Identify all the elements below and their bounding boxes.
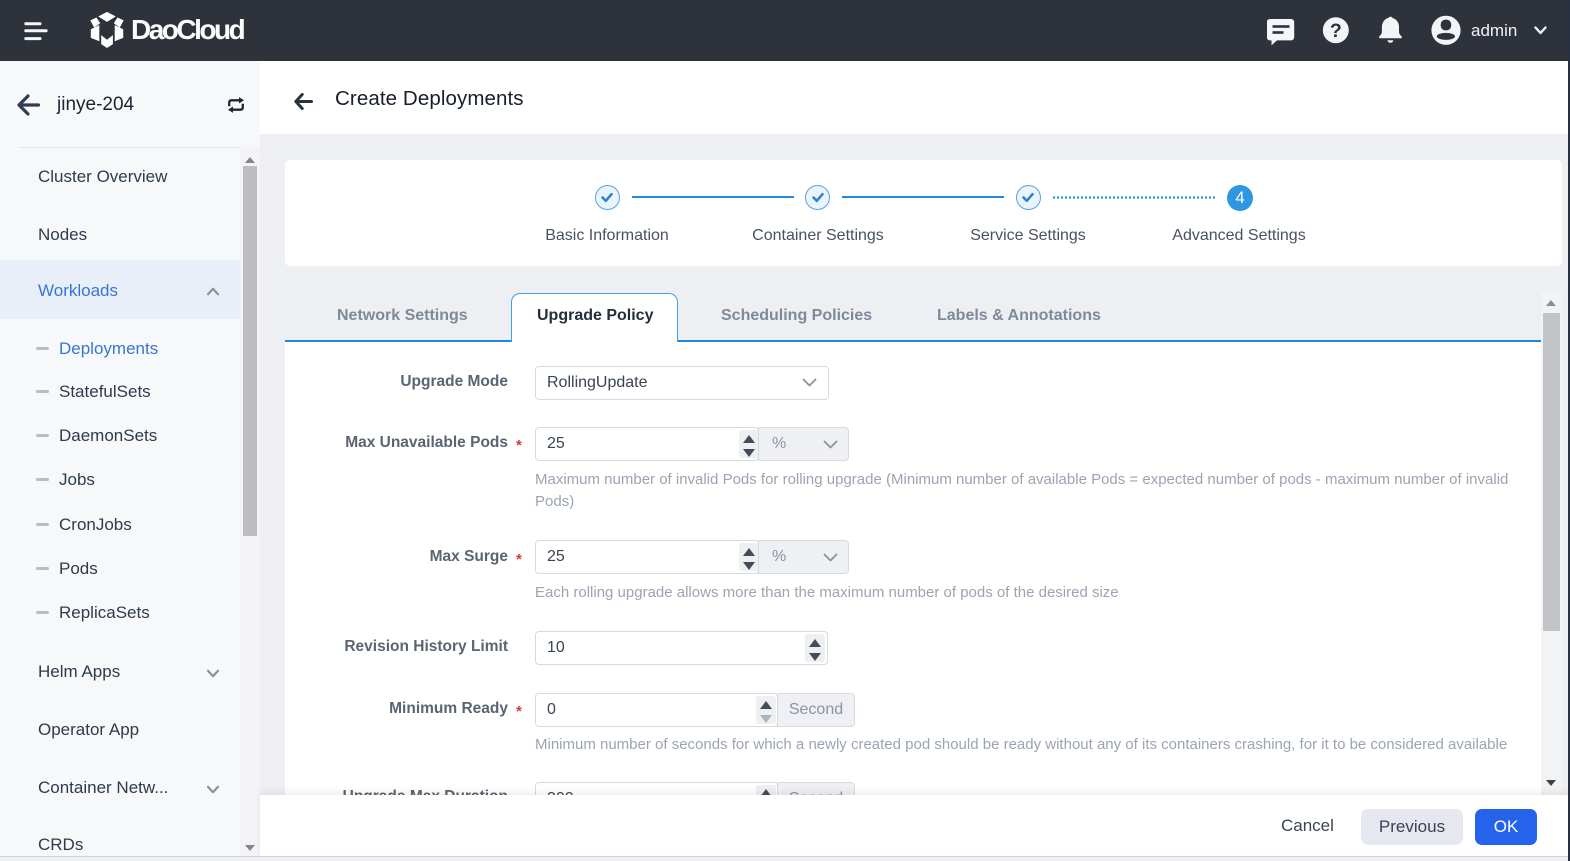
svg-text:?: ? [1330, 20, 1342, 42]
